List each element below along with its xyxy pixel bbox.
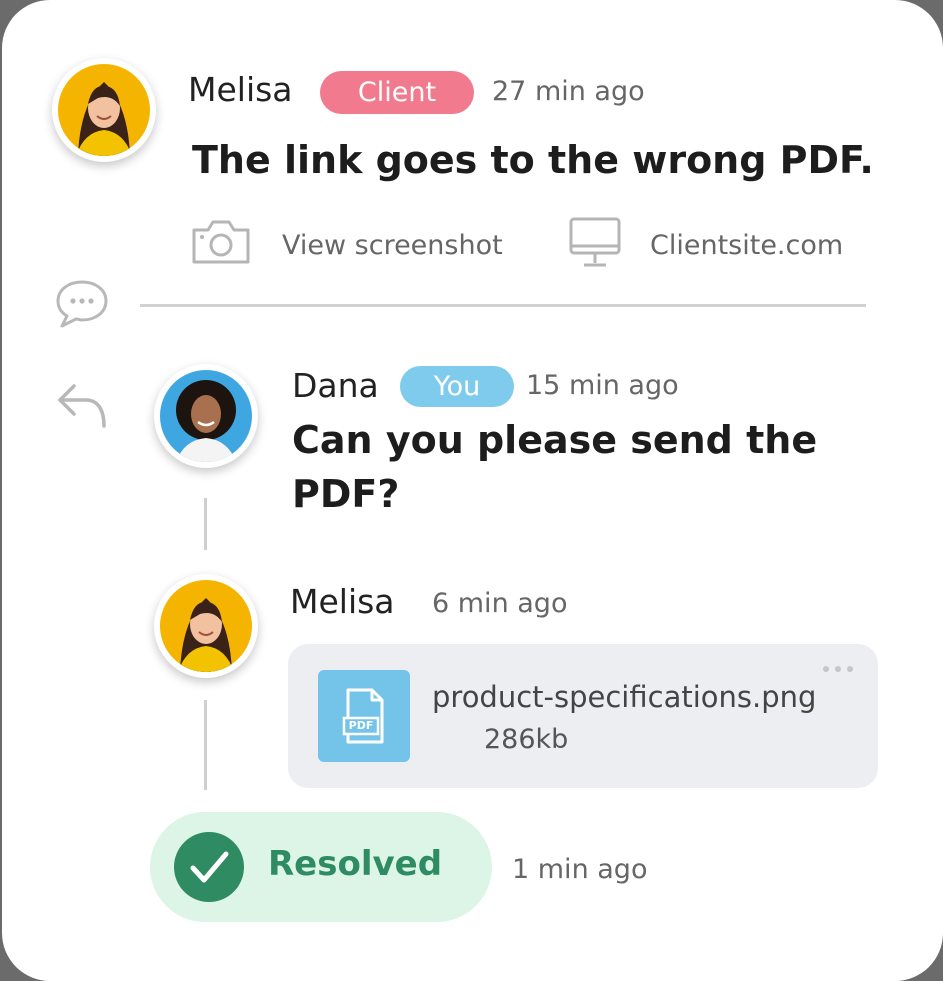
comment-text: The link goes to the wrong PDF. xyxy=(192,138,874,182)
pdf-icon-label: PDF xyxy=(348,719,374,732)
monitor-icon xyxy=(568,216,622,274)
resolved-status-pill[interactable]: Resolved xyxy=(150,812,492,922)
comment-author: Melisa xyxy=(290,582,395,621)
avatar-melisa xyxy=(52,58,156,162)
comment-text-line-2: PDF? xyxy=(292,472,400,516)
thread-connector xyxy=(204,700,207,790)
client-site-link[interactable]: Clientsite.com xyxy=(568,216,868,270)
attachment-filename[interactable]: product-specifications.png xyxy=(432,680,816,714)
you-badge: You xyxy=(400,366,514,407)
view-screenshot-label: View screenshot xyxy=(282,230,503,261)
resolved-timestamp: 1 min ago xyxy=(512,854,648,885)
camera-icon xyxy=(190,218,252,270)
checkmark-icon xyxy=(174,832,244,906)
client-site-label: Clientsite.com xyxy=(650,230,844,261)
resolved-label: Resolved xyxy=(268,844,443,884)
reply-icon[interactable] xyxy=(56,380,110,434)
view-screenshot-link[interactable]: View screenshot xyxy=(190,218,540,268)
attachment-card[interactable]: PDF product-specifications.png 286kb xyxy=(288,644,878,788)
more-options-icon[interactable] xyxy=(820,660,856,679)
comment-timestamp: 27 min ago xyxy=(492,76,645,107)
attachment-size: 286kb xyxy=(484,724,569,755)
comment-text-line-1: Can you please send the xyxy=(292,418,818,462)
comment-timestamp: 6 min ago xyxy=(432,588,568,619)
thread-divider xyxy=(140,304,866,307)
thread-connector xyxy=(204,498,207,550)
comment-author: Dana xyxy=(292,366,379,405)
comment-timestamp: 15 min ago xyxy=(526,370,679,401)
comment-author: Melisa xyxy=(188,70,293,109)
chat-bubble-icon[interactable] xyxy=(54,278,110,334)
avatar-dana xyxy=(154,364,258,468)
client-badge: Client xyxy=(320,71,474,114)
pdf-file-icon: PDF xyxy=(318,670,410,762)
avatar-melisa xyxy=(154,574,258,678)
comment-thread-card: Melisa Client 27 min ago The link goes t… xyxy=(2,0,943,981)
